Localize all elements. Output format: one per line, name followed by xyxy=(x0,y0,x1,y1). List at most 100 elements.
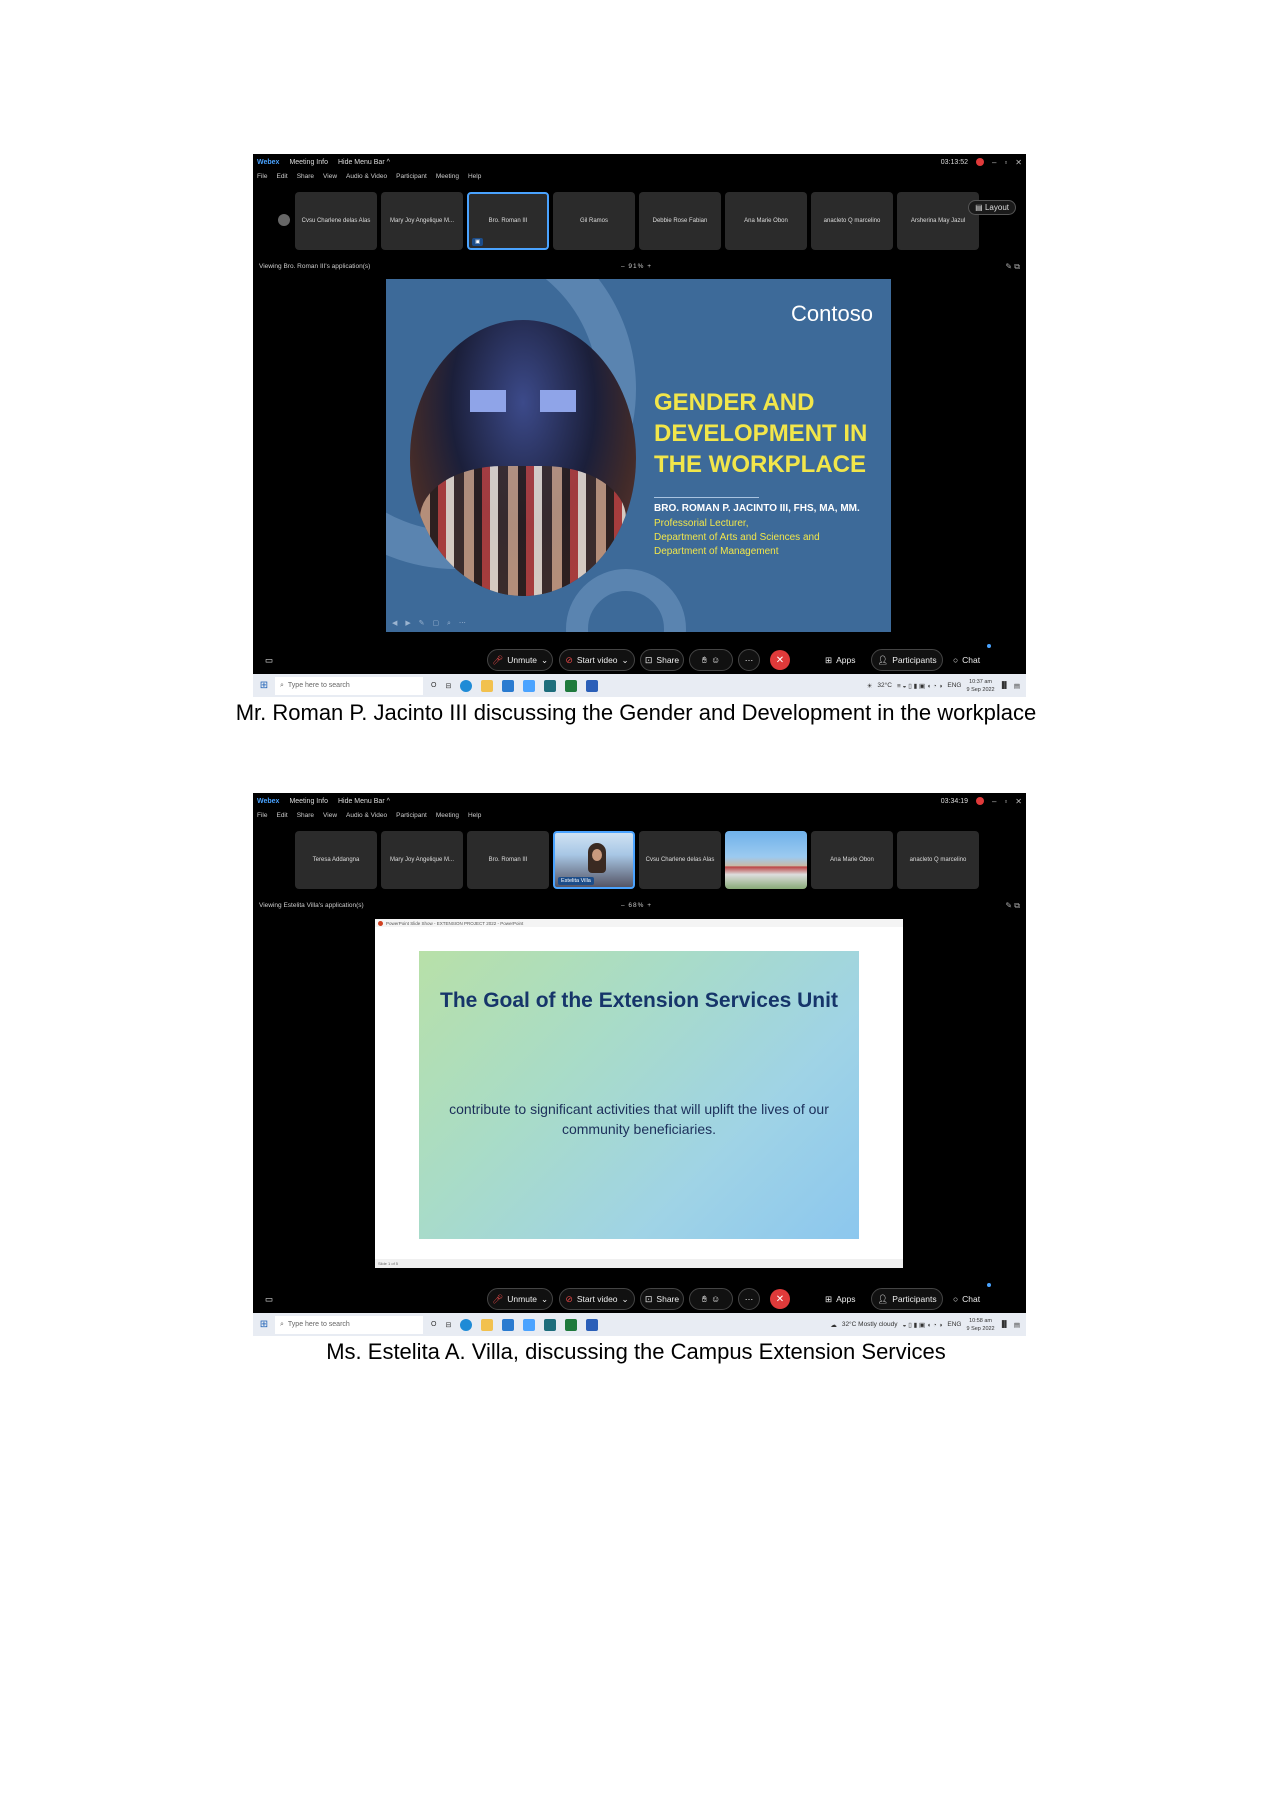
participant-tile[interactable]: Ana Marie Obon xyxy=(811,831,893,889)
close-icon[interactable]: ✕ xyxy=(1015,158,1022,167)
chat-button[interactable]: ○ Chat xyxy=(953,649,980,671)
menu-file[interactable]: File xyxy=(257,173,267,180)
leave-meeting-button[interactable]: ✕ xyxy=(770,1289,790,1309)
apps-button[interactable]: ⊞ Apps xyxy=(825,649,856,671)
zoom-control[interactable]: – 68% + xyxy=(621,902,652,909)
participant-tile[interactable]: Cvsu Charlene delas Alas xyxy=(295,192,377,250)
start-video-button[interactable]: ⊘ Start video ⌄ xyxy=(559,1288,635,1310)
webex-taskbar-icon[interactable] xyxy=(523,1318,536,1331)
word-icon[interactable] xyxy=(586,1318,599,1331)
reactions-button[interactable]: ✋︎ ☺ xyxy=(689,1288,733,1310)
start-video-button[interactable]: ⊘ Start video ⌄ xyxy=(559,649,635,671)
view-options-icon[interactable]: ✎ ⧉ xyxy=(1005,901,1020,911)
file-explorer-icon[interactable] xyxy=(481,679,494,692)
webex-taskbar-icon[interactable] xyxy=(523,679,536,692)
participant-tile[interactable]: Arsherina May Jazul xyxy=(897,192,979,250)
participant-tile[interactable]: Debbie Rose Fabian xyxy=(639,192,721,250)
hide-menu-bar-button[interactable]: Hide Menu Bar ^ xyxy=(338,159,390,166)
app-icon[interactable] xyxy=(544,1318,557,1331)
menu-share[interactable]: Share xyxy=(297,173,314,180)
menu-participant[interactable]: Participant xyxy=(396,812,427,819)
restore-icon[interactable]: ▫ xyxy=(1004,797,1007,806)
notifications-icon[interactable]: ▤ xyxy=(1014,1321,1020,1329)
participant-tile[interactable]: Bro. Roman III xyxy=(467,831,549,889)
excel-icon[interactable] xyxy=(565,679,578,692)
unmute-button[interactable]: 🎤︎ Unmute ⌄ xyxy=(487,1288,553,1310)
hide-menu-bar-button[interactable]: Hide Menu Bar ^ xyxy=(338,798,390,805)
self-avatar-icon[interactable] xyxy=(278,214,290,226)
more-options-button[interactable]: ⋯ xyxy=(738,649,760,671)
menu-view[interactable]: View xyxy=(323,173,337,180)
participant-tile[interactable]: Ana Marie Obon xyxy=(725,192,807,250)
notifications-icon[interactable]: ▤ xyxy=(1014,682,1020,690)
slideshow-tools-icon[interactable]: ◀ ▶ ✎ ▢ ⌕ ⋯ xyxy=(392,619,469,628)
windows-start-icon[interactable]: ⊞ xyxy=(253,680,275,691)
participant-tile[interactable]: Mary Joy Angelique M... xyxy=(381,831,463,889)
menu-audio-video[interactable]: Audio & Video xyxy=(346,173,387,180)
menu-edit[interactable]: Edit xyxy=(276,812,287,819)
zoom-control[interactable]: – 91% + xyxy=(621,263,652,270)
excel-icon[interactable] xyxy=(565,1318,578,1331)
minimize-icon[interactable]: – xyxy=(992,158,996,167)
menu-edit[interactable]: Edit xyxy=(276,173,287,180)
apps-button[interactable]: ⊞ Apps xyxy=(825,1288,856,1310)
close-icon[interactable]: ✕ xyxy=(1015,797,1022,806)
word-icon[interactable] xyxy=(586,679,599,692)
participant-tile-building-photo[interactable] xyxy=(725,831,807,889)
participant-tile[interactable]: Teresa Addangna xyxy=(295,831,377,889)
taskbar-search[interactable]: ⌕ Type here to search xyxy=(275,1315,423,1334)
tray-icons[interactable]: ◒ ▯ ▮ ▣ ◖ ◔ ◑ xyxy=(903,1321,943,1329)
leave-meeting-button[interactable]: ✕ xyxy=(770,650,790,670)
view-options-icon[interactable]: ✎ ⧉ xyxy=(1005,262,1020,272)
share-button[interactable]: ⊡ Share xyxy=(640,1288,684,1310)
language-indicator[interactable]: ENG xyxy=(947,682,961,689)
taskbar-app-icon[interactable]: ▐▌ xyxy=(1000,682,1009,689)
participant-tile[interactable]: anacleto Q marcelino xyxy=(811,192,893,250)
minimize-icon[interactable]: – xyxy=(992,797,996,806)
unmute-button[interactable]: 🎤︎ Unmute ⌄ xyxy=(487,649,553,671)
participant-tile-active[interactable]: Bro. Roman III ▣ xyxy=(467,192,549,250)
menu-meeting[interactable]: Meeting xyxy=(436,812,459,819)
participant-tile[interactable]: Cvsu Charlene delas Alas xyxy=(639,831,721,889)
edge-icon[interactable] xyxy=(460,679,473,692)
task-view-icon[interactable]: ⊟ xyxy=(445,682,451,690)
meeting-info-button[interactable]: Meeting Info xyxy=(289,159,328,166)
meeting-info-button[interactable]: Meeting Info xyxy=(289,798,328,805)
windows-start-icon[interactable]: ⊞ xyxy=(253,1319,275,1330)
cortana-icon[interactable]: O xyxy=(431,682,436,689)
menu-participant[interactable]: Participant xyxy=(396,173,427,180)
participants-button[interactable]: 👤︎ Participants xyxy=(871,1288,943,1310)
taskbar-clock[interactable]: 10:58 am 9 Sep 2022 xyxy=(966,1317,994,1333)
mail-icon[interactable] xyxy=(502,679,515,692)
participants-button[interactable]: 👤︎ Participants xyxy=(871,649,943,671)
participant-tile[interactable]: Mary Joy Angelique M... xyxy=(381,192,463,250)
menu-meeting[interactable]: Meeting xyxy=(436,173,459,180)
taskbar-clock[interactable]: 10:37 am 9 Sep 2022 xyxy=(966,678,994,694)
menu-audio-video[interactable]: Audio & Video xyxy=(346,812,387,819)
edge-icon[interactable] xyxy=(460,1318,473,1331)
more-options-button[interactable]: ⋯ xyxy=(738,1288,760,1310)
layout-button[interactable]: ▤ Layout xyxy=(968,200,1016,215)
cortana-icon[interactable]: O xyxy=(431,1321,436,1328)
task-view-icon[interactable]: ⊟ xyxy=(445,1321,451,1329)
captions-icon[interactable]: ▭ xyxy=(265,1288,273,1310)
tray-icons[interactable]: ≡ ◒ ▯ ▮ ▣ ◖ ◔ ◑ xyxy=(897,682,942,690)
mail-icon[interactable] xyxy=(502,1318,515,1331)
participant-tile[interactable]: Gil Ramos xyxy=(553,192,635,250)
menu-view[interactable]: View xyxy=(323,812,337,819)
taskbar-search[interactable]: ⌕ Type here to search xyxy=(275,676,423,695)
language-indicator[interactable]: ENG xyxy=(947,1321,961,1328)
file-explorer-icon[interactable] xyxy=(481,1318,494,1331)
restore-icon[interactable]: ▫ xyxy=(1004,158,1007,167)
share-button[interactable]: ⊡ Share xyxy=(640,649,684,671)
menu-file[interactable]: File xyxy=(257,812,267,819)
reactions-button[interactable]: ✋︎ ☺ xyxy=(689,649,733,671)
app-icon[interactable] xyxy=(544,679,557,692)
menu-help[interactable]: Help xyxy=(468,173,481,180)
menu-help[interactable]: Help xyxy=(468,812,481,819)
captions-icon[interactable]: ▭ xyxy=(265,649,273,671)
menu-share[interactable]: Share xyxy=(297,812,314,819)
chat-button[interactable]: ○ Chat xyxy=(953,1288,980,1310)
taskbar-app-icon[interactable]: ▐▌ xyxy=(1000,1321,1009,1328)
participant-tile[interactable]: anacleto Q marcelino xyxy=(897,831,979,889)
